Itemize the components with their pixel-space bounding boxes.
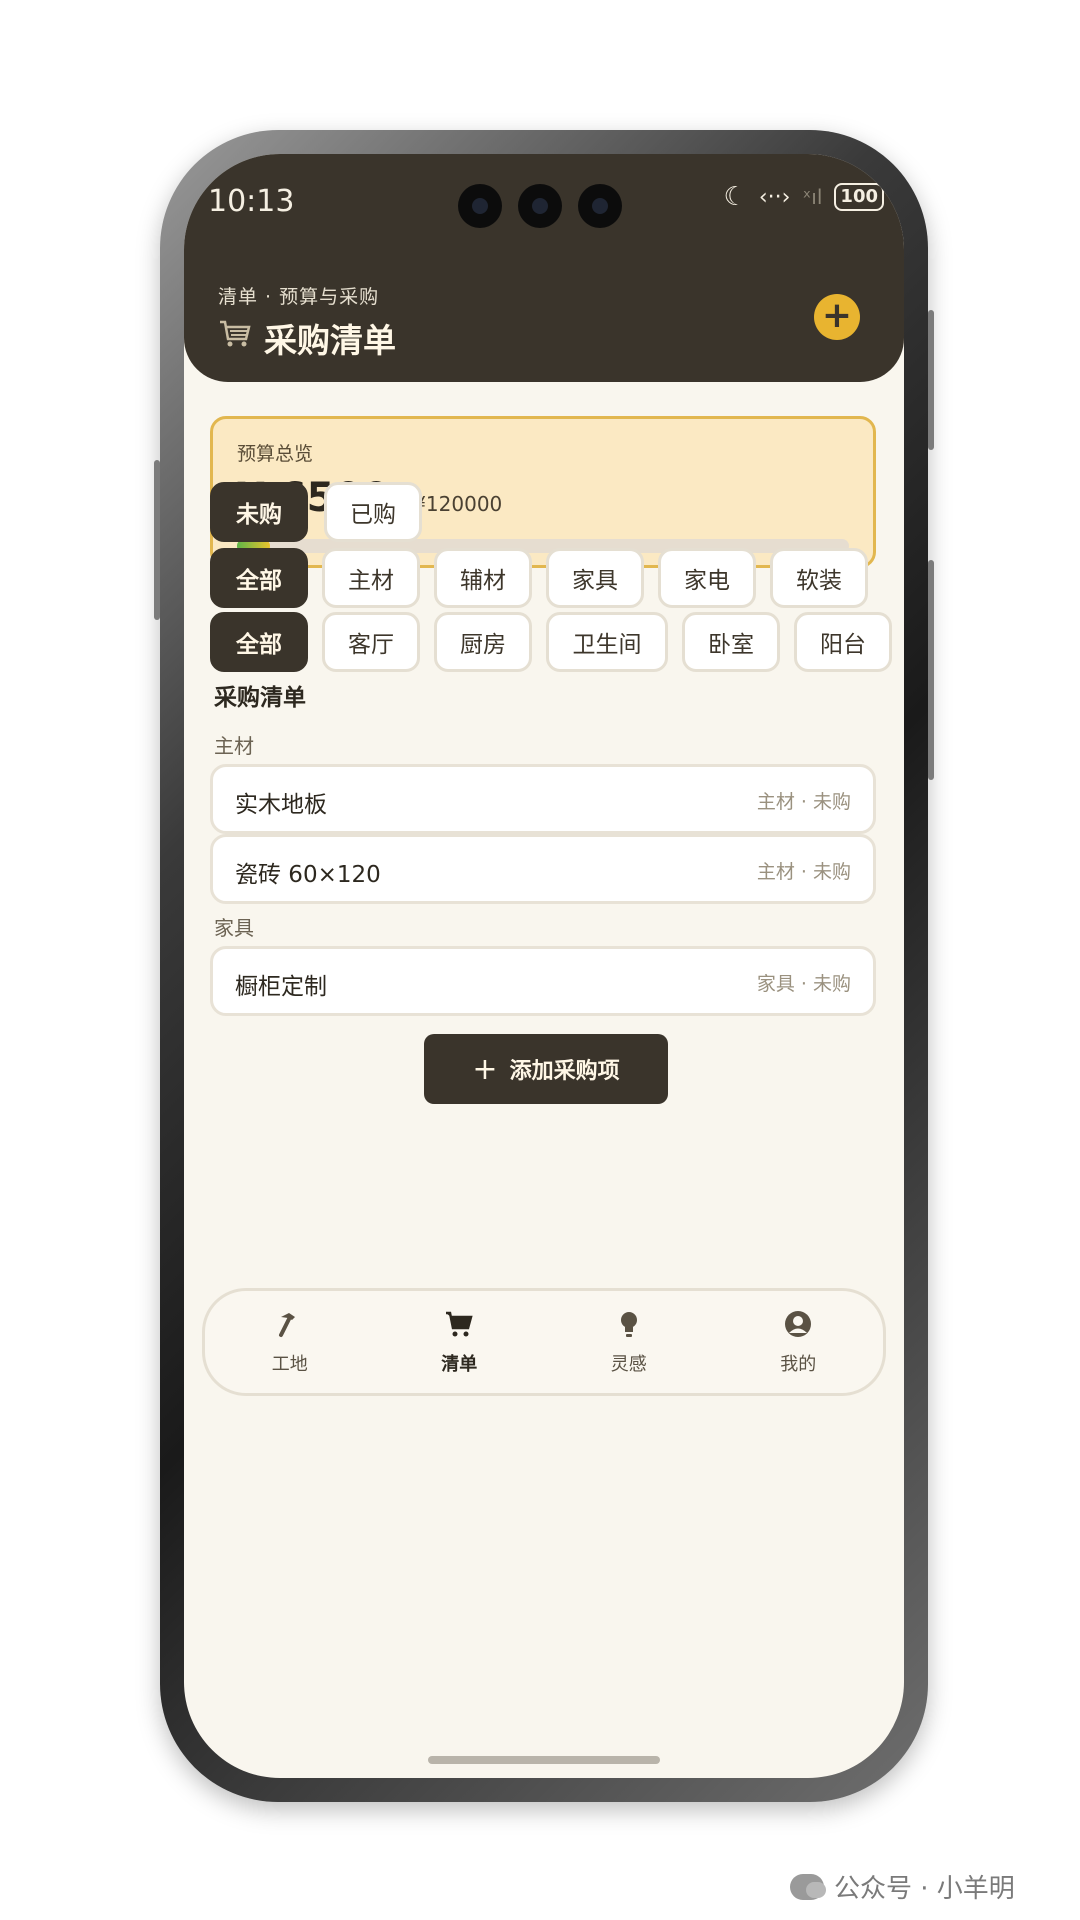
room-filter-chip[interactable]: 全部 xyxy=(210,612,308,672)
nav-item-list[interactable]: 清单 xyxy=(399,1309,519,1376)
chip-label: 辅材 xyxy=(460,568,506,594)
add-item-button[interactable]: + 添加采购项 xyxy=(424,1034,668,1104)
data-transfer-icon: ‹··› xyxy=(758,184,791,210)
no-signal-icon: ˣıl xyxy=(802,185,823,209)
chip-label: 家具 xyxy=(572,568,618,594)
chip-label: 软装 xyxy=(796,568,842,594)
chip-label: 全部 xyxy=(236,568,282,594)
add-button[interactable]: + xyxy=(814,294,860,340)
page-title: 采购清单 xyxy=(264,321,396,360)
chip-label: 主材 xyxy=(348,568,394,594)
chip-label: 卧室 xyxy=(708,632,754,658)
status-time: 10:13 xyxy=(208,184,295,219)
chip-label: 客厅 xyxy=(348,632,394,658)
page: 10:13 ☾ ‹··› ˣıl 100 清单 · 预算与采购 采购清单 + 预… xyxy=(0,0,1080,1920)
budget-label: 预算总览 xyxy=(237,443,314,465)
chip-label: 阳台 xyxy=(820,632,866,658)
room-filter-row: 全部 客厅 厨房 卫生间 卧室 阳台 xyxy=(210,612,892,672)
item-name: 橱柜定制 xyxy=(235,974,327,1000)
volume-button xyxy=(928,310,934,450)
chip-label: 已购 xyxy=(350,502,396,528)
item-name: 实木地板 xyxy=(235,792,327,818)
page-title-row: 采购清单 xyxy=(218,314,396,362)
action-button xyxy=(154,460,160,620)
nav-item-inspiration[interactable]: 灵感 xyxy=(569,1309,689,1376)
category-filter-chip[interactable]: 软装 xyxy=(770,548,868,608)
lightbulb-icon xyxy=(614,1309,644,1346)
nav-item-site[interactable]: 工地 xyxy=(230,1309,350,1376)
room-filter-chip[interactable]: 厨房 xyxy=(434,612,532,672)
chip-label: 未购 xyxy=(236,502,282,528)
battery-icon: 100 xyxy=(834,183,884,211)
item-name: 瓷砖 60×120 xyxy=(235,862,381,888)
wechat-icon xyxy=(790,1873,826,1900)
nav-label: 清单 xyxy=(441,1353,478,1375)
list-item[interactable]: 瓷砖 60×120 主材 · 未购 xyxy=(210,834,876,904)
category-filter-row: 全部 主材 辅材 家具 家电 软装 xyxy=(210,548,868,608)
plus-icon: + xyxy=(472,1051,498,1087)
nav-label: 我的 xyxy=(780,1353,817,1375)
status-filter-chip[interactable]: 未购 xyxy=(210,482,308,542)
bottom-nav: 工地 清单 灵感 我的 xyxy=(202,1288,886,1396)
room-filter-chip[interactable]: 卫生间 xyxy=(546,612,668,672)
plus-icon: + xyxy=(821,295,853,336)
status-icons: ☾ ‹··› ˣıl 100 xyxy=(724,182,884,212)
watermark: 公众号 · 小羊明 xyxy=(790,1868,1015,1905)
power-button xyxy=(928,560,934,780)
nav-label: 灵感 xyxy=(610,1353,647,1375)
cart-icon xyxy=(444,1309,474,1346)
nav-label: 工地 xyxy=(271,1353,308,1375)
section-title: 采购清单 xyxy=(214,685,306,711)
list-item[interactable]: 橱柜定制 家具 · 未购 xyxy=(210,946,876,1016)
category-filter-chip[interactable]: 家具 xyxy=(546,548,644,608)
group-label: 家具 xyxy=(214,916,254,940)
category-filter-chip[interactable]: 主材 xyxy=(322,548,420,608)
camera-lens xyxy=(518,184,562,228)
category-filter-chip[interactable]: 辅材 xyxy=(434,548,532,608)
room-filter-chip[interactable]: 卧室 xyxy=(682,612,780,672)
user-icon xyxy=(783,1309,813,1346)
watermark-text: 公众号 · 小羊明 xyxy=(834,1874,1015,1904)
home-indicator[interactable] xyxy=(428,1756,660,1764)
chip-label: 厨房 xyxy=(460,632,506,658)
item-meta: 主材 · 未购 xyxy=(756,861,851,883)
screen: 10:13 ☾ ‹··› ˣıl 100 清单 · 预算与采购 采购清单 + 预… xyxy=(184,154,904,1778)
camera-lens xyxy=(578,184,622,228)
camera-lens xyxy=(458,184,502,228)
room-filter-chip[interactable]: 客厅 xyxy=(322,612,420,672)
chip-label: 全部 xyxy=(236,632,282,658)
category-filter-chip[interactable]: 家电 xyxy=(658,548,756,608)
breadcrumb: 清单 · 预算与采购 xyxy=(218,286,380,308)
camera-cutout xyxy=(458,184,622,228)
category-filter-chip[interactable]: 全部 xyxy=(210,548,308,608)
item-meta: 家具 · 未购 xyxy=(756,973,851,995)
moon-icon: ☾ xyxy=(723,182,747,212)
battery-level: 100 xyxy=(840,186,878,207)
nav-item-profile[interactable]: 我的 xyxy=(738,1309,858,1376)
hammer-icon xyxy=(275,1309,305,1346)
cart-icon xyxy=(218,319,252,357)
chip-label: 家电 xyxy=(684,568,730,594)
status-filter-chip[interactable]: 已购 xyxy=(324,482,422,542)
chip-label: 卫生间 xyxy=(572,632,642,658)
add-item-label: 添加采购项 xyxy=(509,1059,620,1084)
room-filter-chip[interactable]: 阳台 xyxy=(794,612,892,672)
group-label: 主材 xyxy=(214,734,254,758)
app-header: 10:13 ☾ ‹··› ˣıl 100 清单 · 预算与采购 采购清单 + xyxy=(184,154,904,382)
item-meta: 主材 · 未购 xyxy=(756,791,851,813)
list-item[interactable]: 实木地板 主材 · 未购 xyxy=(210,764,876,834)
status-filter-row: 未购 已购 xyxy=(210,482,422,542)
